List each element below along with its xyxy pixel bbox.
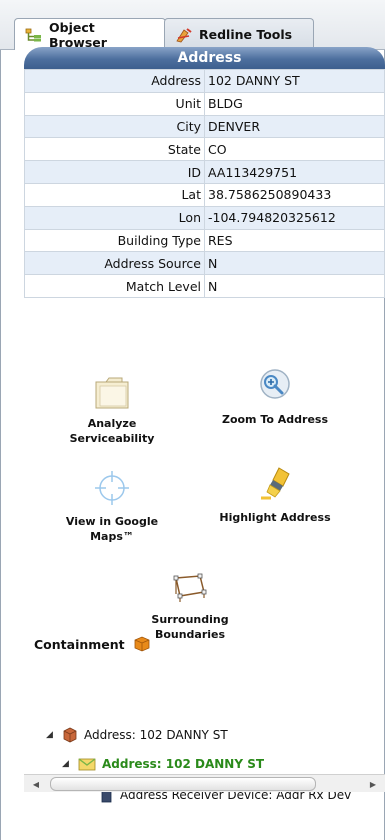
- row-label: Lon: [24, 205, 205, 230]
- action-label: Highlight Address: [219, 511, 331, 524]
- tree-item-label: Address: 102 DANNY ST: [84, 728, 228, 742]
- address-table: Address 102 DANNY ST Unit BLDG City DENVER …: [24, 69, 385, 298]
- row-label: Address Source: [24, 251, 205, 276]
- envelope-icon: [78, 758, 96, 771]
- zoom-icon: [260, 369, 290, 399]
- row-label: City: [24, 114, 205, 139]
- action-label: Zoom To Address: [221, 413, 329, 426]
- table-row: Lon -104.794820325612: [24, 205, 385, 230]
- row-value: RES: [204, 228, 385, 253]
- boundary-icon: [173, 573, 207, 602]
- table-row: Lat 38.7586250890433: [24, 182, 385, 207]
- table-row: State CO: [24, 137, 385, 162]
- view-in-google-maps-button[interactable]: View in Google Maps™: [52, 470, 172, 544]
- action-label: Boundaries: [154, 628, 226, 641]
- containment-label: Containment: [34, 636, 125, 652]
- surrounding-boundaries-button[interactable]: Surrounding Boundaries: [130, 568, 250, 642]
- tree-item-selected[interactable]: ◢ Address: 102 DANNY ST: [62, 757, 264, 771]
- analyze-serviceability-button[interactable]: Analyze Serviceability: [64, 372, 160, 446]
- action-label: Analyze: [87, 417, 137, 430]
- table-row: Address 102 DANNY ST: [24, 69, 385, 93]
- highlighter-icon: [261, 467, 290, 500]
- row-value: AA113429751: [204, 160, 385, 184]
- tree-item-label: Address: 102 DANNY ST: [102, 757, 265, 771]
- row-value: CO: [204, 137, 385, 162]
- row-value: 102 DANNY ST: [204, 69, 385, 93]
- folder-icon: [95, 377, 129, 409]
- table-row: Match Level N: [24, 274, 385, 298]
- action-label: Serviceability: [69, 432, 155, 445]
- row-label: State: [24, 137, 205, 162]
- collapse-arrow-icon[interactable]: ◢: [62, 759, 72, 769]
- table-row: City DENVER: [24, 114, 385, 139]
- tree-item[interactable]: ◢ Address: 102 DANNY ST: [46, 727, 228, 743]
- collapse-arrow-icon[interactable]: ◢: [46, 730, 56, 740]
- table-row: Address Source N: [24, 251, 385, 276]
- scroll-thumb[interactable]: [50, 777, 316, 791]
- crosshair-icon: [95, 471, 129, 505]
- action-label: Surrounding: [151, 613, 229, 626]
- table-row: Unit BLDG: [24, 91, 385, 116]
- row-value: 38.7586250890433: [204, 182, 385, 207]
- highlight-address-button[interactable]: Highlight Address: [205, 466, 345, 525]
- box-icon: [63, 727, 77, 743]
- object-browser-icon: [25, 28, 41, 42]
- tab-label: Object Browser: [49, 20, 107, 50]
- tab-strip: Object Browser Redline Tools: [0, 0, 385, 51]
- tab-redline-tools[interactable]: Redline Tools: [164, 18, 314, 50]
- row-label: Building Type: [24, 228, 205, 253]
- table-row: Building Type RES: [24, 228, 385, 253]
- row-value: BLDG: [204, 91, 385, 116]
- action-label: Maps™: [90, 530, 134, 543]
- row-label: Lat: [24, 182, 205, 207]
- action-label: View in Google: [65, 515, 159, 528]
- row-label: Unit: [24, 91, 205, 116]
- table-row: ID AA113429751: [24, 160, 385, 184]
- scroll-left-icon[interactable]: ◀: [28, 775, 44, 793]
- redline-tools-icon: [176, 27, 192, 42]
- tab-label: Redline Tools: [199, 27, 293, 42]
- row-label: Match Level: [24, 274, 205, 298]
- zoom-to-address-button[interactable]: Zoom To Address: [205, 368, 345, 427]
- address-table-header: Address: [24, 47, 385, 69]
- row-label: ID: [24, 160, 205, 184]
- horizontal-scrollbar[interactable]: ◀ ▶: [24, 774, 385, 792]
- containment-icon: [134, 636, 150, 652]
- row-value: N: [204, 251, 385, 276]
- row-value: -104.794820325612: [204, 205, 385, 230]
- row-value: N: [204, 274, 385, 298]
- scroll-right-icon[interactable]: ▶: [365, 775, 381, 793]
- containment-heading: Containment: [34, 636, 151, 652]
- row-label: Address: [24, 69, 205, 93]
- row-value: DENVER: [204, 114, 385, 139]
